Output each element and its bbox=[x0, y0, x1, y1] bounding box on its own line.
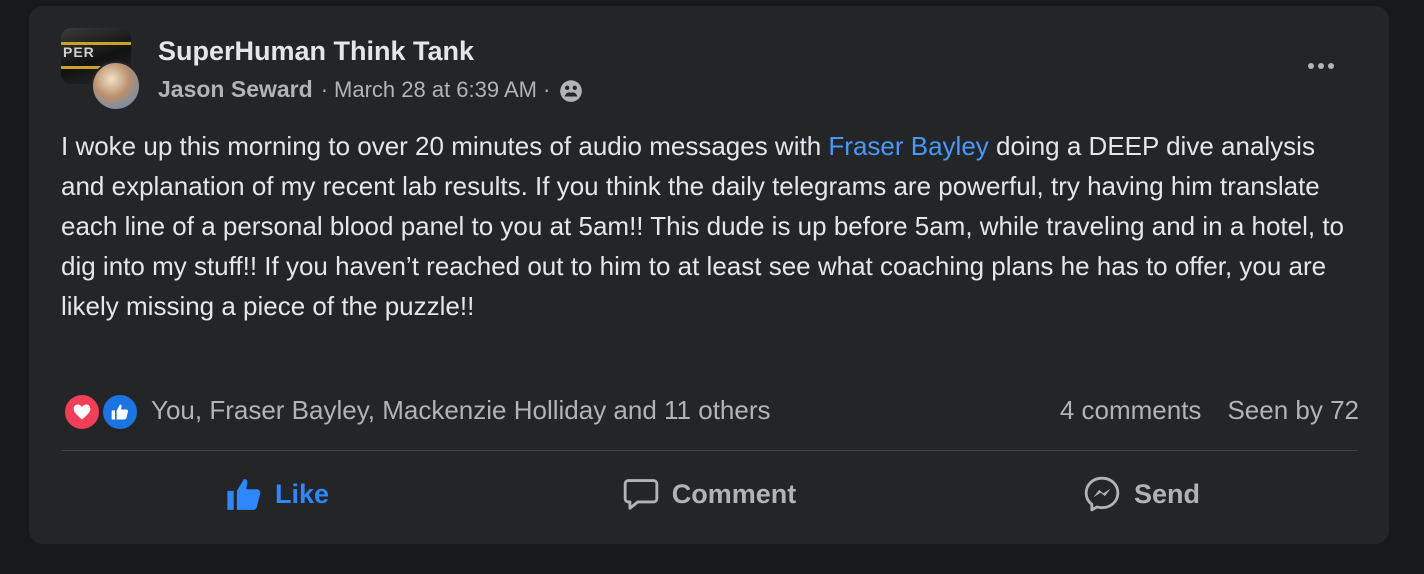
more-options-button[interactable] bbox=[1303, 58, 1339, 74]
separator: · bbox=[543, 76, 551, 102]
post-meta: Jason Seward · March 28 at 6:39 AM · bbox=[158, 76, 584, 103]
author-name-link[interactable]: Jason Seward bbox=[158, 76, 313, 103]
comment-button[interactable]: Comment bbox=[493, 464, 925, 524]
mention-link[interactable]: Fraser Bayley bbox=[828, 131, 988, 161]
send-button[interactable]: Send bbox=[925, 464, 1357, 524]
post-card: PER SuperHuman Think Tank Jason Seward ·… bbox=[29, 6, 1389, 544]
post-text-start: I woke up this morning to over 20 minute… bbox=[61, 131, 829, 161]
thumbs-up-icon bbox=[227, 478, 261, 510]
action-bar: Like Comment Send bbox=[61, 464, 1357, 524]
like-reaction-icon bbox=[101, 393, 139, 431]
reaction-icons[interactable] bbox=[63, 390, 139, 431]
more-dot bbox=[1318, 63, 1324, 69]
reactions-summary-link[interactable]: You, Fraser Bayley, Mackenzie Holliday a… bbox=[151, 395, 771, 426]
comment-icon bbox=[623, 479, 658, 510]
like-label: Like bbox=[274, 478, 330, 509]
more-dot bbox=[1308, 63, 1314, 69]
comments-count-link[interactable]: 4 comments bbox=[1060, 395, 1202, 426]
love-reaction-icon bbox=[63, 393, 101, 431]
divider bbox=[61, 450, 1357, 451]
like-button[interactable]: Like bbox=[61, 464, 493, 524]
timestamp-link[interactable]: March 28 at 6:39 AM bbox=[334, 77, 537, 103]
group-name-link[interactable]: SuperHuman Think Tank bbox=[158, 36, 474, 67]
group-audience-icon[interactable] bbox=[558, 77, 584, 103]
group-avatar-text: PER bbox=[63, 44, 95, 60]
comment-label: Comment bbox=[671, 478, 797, 509]
author-avatar[interactable] bbox=[91, 61, 141, 111]
post-body: I woke up this morning to over 20 minute… bbox=[61, 126, 1361, 326]
messenger-icon bbox=[1084, 476, 1120, 512]
more-dot bbox=[1328, 63, 1334, 69]
seen-by-link[interactable]: Seen by 72 bbox=[1227, 395, 1359, 426]
send-label: Send bbox=[1133, 478, 1200, 509]
reactions-bar: You, Fraser Bayley, Mackenzie Holliday a… bbox=[63, 388, 1359, 432]
separator: · bbox=[320, 76, 329, 102]
